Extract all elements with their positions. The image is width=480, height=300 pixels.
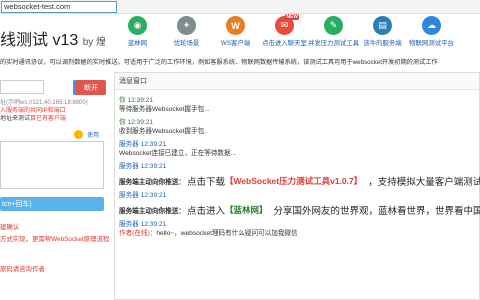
hint-red-text: 目已有客户端 [30, 116, 67, 122]
browser-toolbar: websocket-test.com [0, 0, 480, 14]
server-icon: ▤ [373, 16, 392, 35]
nav-label: WS客户端 [220, 40, 251, 47]
message-window: 消息窗口 你 12:39:21 等待服务器Websocket握手包... 你 1… [114, 72, 480, 300]
address-bar[interactable]: websocket-test.com [1, 1, 117, 13]
nav-label: 该牛的服务端 [363, 40, 402, 47]
message-item: 服务器 12:39:21 Websocket连接已建立，正在等待数据... [119, 140, 475, 158]
send-button[interactable]: tcn+回车) [0, 197, 104, 211]
author-message: 作者(在线)：hello~，websocket理码有什么疑问可以加我微信 [119, 229, 475, 238]
nav-item-chatroom[interactable]: ✉ NEW 点击进入聊天室 [260, 14, 309, 52]
message-sender: 服务器 12:39:21 [119, 141, 167, 148]
chat-icon: ✉ NEW [275, 14, 299, 35]
nav-item-lanlin[interactable]: ◉ 蓝林网 [113, 16, 162, 52]
usage-link[interactable]: 使用 [87, 130, 99, 139]
scene-icon: ✦ [177, 16, 196, 35]
push-rest: 分享国外网友的世界观，蓝林看世界，世界看中国 [273, 206, 480, 217]
message-text: 收到服务器Websocket握手包. [119, 128, 207, 135]
left-note: 原码请咨询作者 [0, 266, 45, 273]
nav-item-server[interactable]: ▤ 该牛的服务端 [358, 16, 407, 52]
message-list: 你 12:39:21 等待服务器Websocket握手包... 你 12:39:… [115, 90, 480, 238]
push-rest: ，支持模拟大量客户端测试连接 [368, 177, 480, 188]
nav-item-ws-client[interactable]: W WS客户端 [211, 16, 260, 52]
push-lead: 点击进入 [186, 206, 225, 217]
nav-item-scene[interactable]: ✦ 优轮场景 [162, 16, 211, 52]
nav-label: 物联网测试平台 [409, 40, 454, 47]
message-text: 等待服务器Websocket握手包... [119, 106, 210, 113]
lanlin-link[interactable]: 【蓝林网】 [225, 204, 268, 216]
address-test-hint: 地址来测试目已有客户端 [0, 113, 66, 122]
top-nav: ◉ 蓝林网 ✦ 优轮场景 W WS客户端 ✉ NEW 点击进入聊天室 ✎ 并发压力… [113, 14, 456, 52]
push-message-download: 服务端主动向你推送： 点击下载 【WebSocket压力测试工具v1.0.7】 … [119, 175, 480, 188]
message-sender: 你 12:39:21 [119, 119, 154, 126]
connection-panel: 连接 断开 址(示例ws://121.40.165.18:8800) 入服务端的… [0, 66, 110, 300]
emoji-icon[interactable] [74, 130, 83, 139]
title-text: 线测试 v13 [0, 32, 79, 49]
message-item: 服务器 12:39:21 [119, 162, 475, 171]
message-item: 服务器 12:39:21 [119, 191, 475, 200]
push-lead: 点击下载 [186, 177, 225, 188]
message-item: 你 12:39:21 等待服务器Websocket握手包... [119, 96, 475, 114]
message-item: 服务器 12:39:21 作者(在线)：hello~，websocket理码有什… [119, 220, 475, 238]
site-header: 线测试 v13 by 煌 ◉ 蓝林网 ✦ 优轮场景 W WS客户端 ✉ NEW 点… [0, 14, 480, 66]
message-sender: 你 12:39:21 [119, 97, 154, 104]
message-sender: 服务器 12:39:21 [119, 163, 167, 170]
author-label: 作者(在线)： [119, 230, 157, 237]
ws-icon: W [226, 16, 245, 35]
nav-item-iot[interactable]: ☁ 物联网测试平台 [407, 16, 456, 52]
message-sender: 服务器 12:39:21 [119, 221, 167, 228]
message-sender: 服务器 12:39:21 [119, 192, 167, 199]
server-address-input[interactable] [0, 80, 44, 94]
disconnect-button[interactable]: 断开 [76, 80, 106, 95]
author-byline: by 煌 [82, 37, 107, 48]
message-text: Websocket连接已建立，正在等待数据... [119, 150, 237, 157]
page-title: 线测试 v13 by 煌 [0, 26, 106, 50]
page-description: 的实时通讯协议，可以调剂数据的实时推送。可适用于广泛的工作环境，例如客服系统、物… [0, 59, 438, 66]
nav-label: 点击进入聊天室 [262, 40, 307, 47]
new-badge: NEW [285, 14, 299, 20]
message-text: hello~，websocket理码有什么疑问可以加我微信 [156, 230, 298, 237]
left-note: 方式实现，更需帮WebSocket原理流程 [0, 236, 110, 243]
push-message-lanlin: 服务端主动向你推送： 点击进入 【蓝林网】 分享国外网友的世界观，蓝林看世界，世… [119, 204, 480, 217]
push-prefix: 服务端主动向你推送： [119, 208, 185, 215]
nav-label: 并发压力测试工具 [307, 40, 360, 47]
stress-tool-link[interactable]: 【WebSocket压力测试工具v1.0.7】 [225, 175, 362, 187]
hint-prefix: 地址来测试 [0, 116, 31, 122]
message-window-header: 消息窗口 [115, 73, 479, 90]
tool-icon: ✎ [324, 16, 343, 35]
nav-label: 优轮场景 [173, 40, 200, 47]
message-item: 你 12:39:21 收到服务器Websocket握手包. [119, 118, 475, 136]
nav-item-stress-tool[interactable]: ✎ 并发压力测试工具 [307, 16, 360, 52]
globe-icon: ◉ [128, 16, 147, 35]
cloud-icon: ☁ [422, 16, 441, 35]
nav-label: 蓝林网 [127, 40, 148, 47]
left-note: 建确认 [0, 224, 20, 231]
message-textarea[interactable] [0, 141, 104, 189]
push-prefix: 服务端主动向你推送： [119, 179, 185, 186]
